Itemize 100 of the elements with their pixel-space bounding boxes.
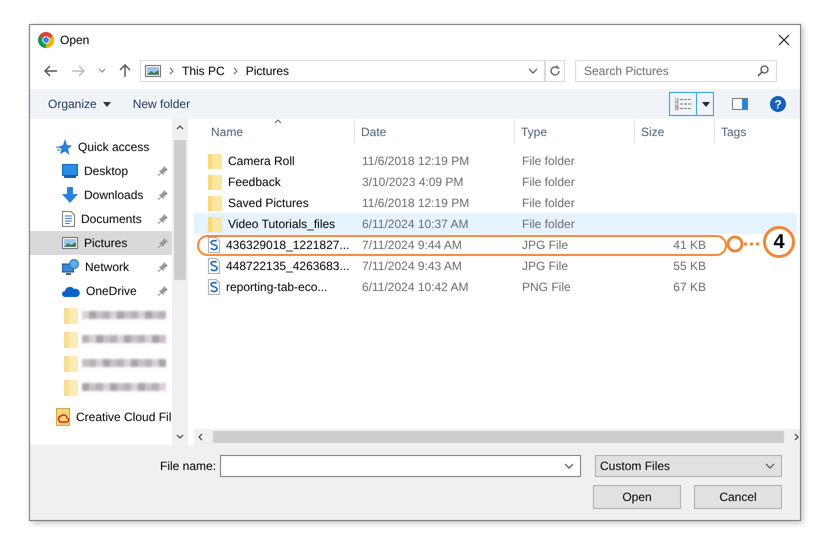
file-row[interactable]: Video Tutorials_files 6/11/2024 10:37 AM File folder <box>194 213 797 234</box>
image-file-icon <box>208 258 220 274</box>
table-cell: 11/6/2018 12:19 PM <box>362 154 470 168</box>
sidebar-item[interactable]: Documents <box>30 207 172 231</box>
file-name: 436329018_1221827... <box>226 238 350 252</box>
file-name: Saved Pictures <box>228 196 309 210</box>
table-cell: JPG File <box>522 258 568 272</box>
table-cell: 3/10/2023 4:09 PM <box>362 174 464 188</box>
sidebar-label: OneDrive <box>86 284 137 298</box>
window-title: Open <box>60 33 90 47</box>
scroll-up-icon[interactable] <box>176 125 184 130</box>
table-cell: 67 KB <box>673 280 706 294</box>
back-arrow-icon[interactable] <box>44 65 58 77</box>
sidebar-label: Pictures <box>84 236 128 250</box>
table-cell: 6/11/2024 10:37 AM <box>362 216 469 230</box>
table-cell: File folder <box>522 154 575 168</box>
file-row[interactable]: Saved Pictures 11/6/2018 12:19 PM File folder <box>194 192 797 213</box>
table-cell: 7/11/2024 9:43 AM <box>362 258 462 272</box>
column-header[interactable]: Type <box>515 119 635 143</box>
chevron-down-icon[interactable] <box>528 68 538 74</box>
cloud-icon <box>62 286 80 296</box>
table-cell: File folder <box>522 174 575 188</box>
breadcrumb[interactable]: Pictures <box>246 64 290 78</box>
table-cell: 11/6/2018 12:19 PM <box>362 196 470 210</box>
search-field[interactable]: Search Pictures <box>575 60 777 82</box>
scroll-left-icon[interactable] <box>198 433 203 441</box>
scroll-right-icon[interactable] <box>794 433 799 441</box>
table-cell: JPG File <box>522 238 568 252</box>
vertical-scrollbar[interactable] <box>172 119 188 445</box>
chevron-down-icon[interactable] <box>98 68 106 74</box>
column-header[interactable]: Name <box>205 119 355 143</box>
up-arrow-icon[interactable] <box>119 64 131 78</box>
organize-menu[interactable]: Organize <box>48 97 111 111</box>
refresh-icon <box>549 65 561 77</box>
monitor-icon <box>62 164 78 178</box>
close-icon[interactable] <box>778 34 790 46</box>
folder-icon <box>64 330 78 348</box>
sidebar-label: Downloads <box>84 188 144 202</box>
file-row[interactable]: 436329018_1221827... 7/11/2024 9:44 AM JPG File 41 KB <box>194 234 731 255</box>
column-header[interactable]: Date <box>355 119 515 143</box>
chevron-right-icon <box>169 67 174 75</box>
file-row[interactable]: Feedback 3/10/2023 4:09 PM File folder <box>194 171 797 192</box>
file-name: 448722135_4263683... <box>226 258 350 272</box>
column-header[interactable]: Tags <box>715 119 800 143</box>
chevron-down-icon <box>564 463 574 469</box>
document-icon <box>62 211 75 227</box>
chevron-right-icon <box>232 67 238 75</box>
new-folder-button[interactable]: New folder <box>132 97 190 111</box>
chevron-down-icon <box>765 463 775 469</box>
file-name-field[interactable] <box>220 455 582 477</box>
sidebar-item[interactable]: OneDrive <box>30 279 172 303</box>
dialog-button[interactable]: Open <box>593 485 681 509</box>
table-cell: File folder <box>522 196 575 210</box>
folder-icon <box>64 378 78 396</box>
callout-connector <box>726 235 760 253</box>
folder-icon <box>208 194 222 210</box>
folder-icon <box>208 216 222 232</box>
search-icon <box>757 65 769 77</box>
scroll-down-icon[interactable] <box>176 434 184 439</box>
sidebar-item[interactable]: Network <box>30 255 172 279</box>
folder-icon <box>208 174 222 190</box>
file-name: Feedback <box>228 174 281 188</box>
table-cell: 6/11/2024 10:42 AM <box>362 280 469 294</box>
file-row[interactable]: Camera Roll 11/6/2018 12:19 PM File folder <box>194 150 797 171</box>
file-row[interactable]: reporting-tab-eco... 6/11/2024 10:42 AM PNG File 67 KB <box>194 276 797 297</box>
network-icon <box>62 259 79 275</box>
pictures-folder-icon <box>145 65 161 77</box>
table-cell: 41 KB <box>673 238 706 252</box>
file-name: Camera Roll <box>228 154 295 168</box>
file-name: Video Tutorials_files <box>228 216 336 230</box>
folder-icon <box>208 152 222 168</box>
sidebar-label: Documents <box>81 212 142 226</box>
file-type-dropdown[interactable]: Custom Files <box>595 455 782 477</box>
help-icon[interactable]: ? <box>770 96 786 112</box>
dialog-button[interactable]: Cancel <box>694 485 782 509</box>
table-cell: File folder <box>522 216 575 230</box>
horizontal-scrollbar[interactable] <box>194 429 800 445</box>
sidebar-item[interactable]: Pictures <box>30 231 172 255</box>
caret-icon <box>702 102 710 106</box>
star-icon <box>56 139 72 155</box>
creative-cloud-folder-icon <box>56 408 70 426</box>
breadcrumb[interactable]: This PC <box>182 64 225 78</box>
table-cell: 7/11/2024 9:44 AM <box>362 238 462 252</box>
image-file-icon <box>208 236 220 252</box>
sidebar-item[interactable]: Quick access <box>30 135 172 159</box>
file-row[interactable]: 448722135_4263683... 7/11/2024 9:43 AM JPG File 55 KB <box>194 255 797 276</box>
sidebar-item[interactable]: Downloads <box>30 183 172 207</box>
file-name: reporting-tab-eco... <box>226 280 328 294</box>
address-bar[interactable]: This PC Pictures <box>140 60 545 82</box>
sidebar-item[interactable]: Desktop <box>30 159 172 183</box>
column-header[interactable]: Size <box>635 119 715 143</box>
pictures-folder-icon <box>62 237 78 249</box>
refresh-button[interactable] <box>545 60 565 82</box>
sidebar-label: Quick access <box>78 140 150 154</box>
sidebar-item[interactable]: Creative Cloud Fil <box>30 405 172 429</box>
step-number-badge: 4 <box>763 226 795 258</box>
view-options-button[interactable] <box>669 92 714 116</box>
preview-pane-icon[interactable] <box>732 98 748 110</box>
caret-icon <box>102 102 111 106</box>
file-name-label: File name: <box>160 459 216 473</box>
